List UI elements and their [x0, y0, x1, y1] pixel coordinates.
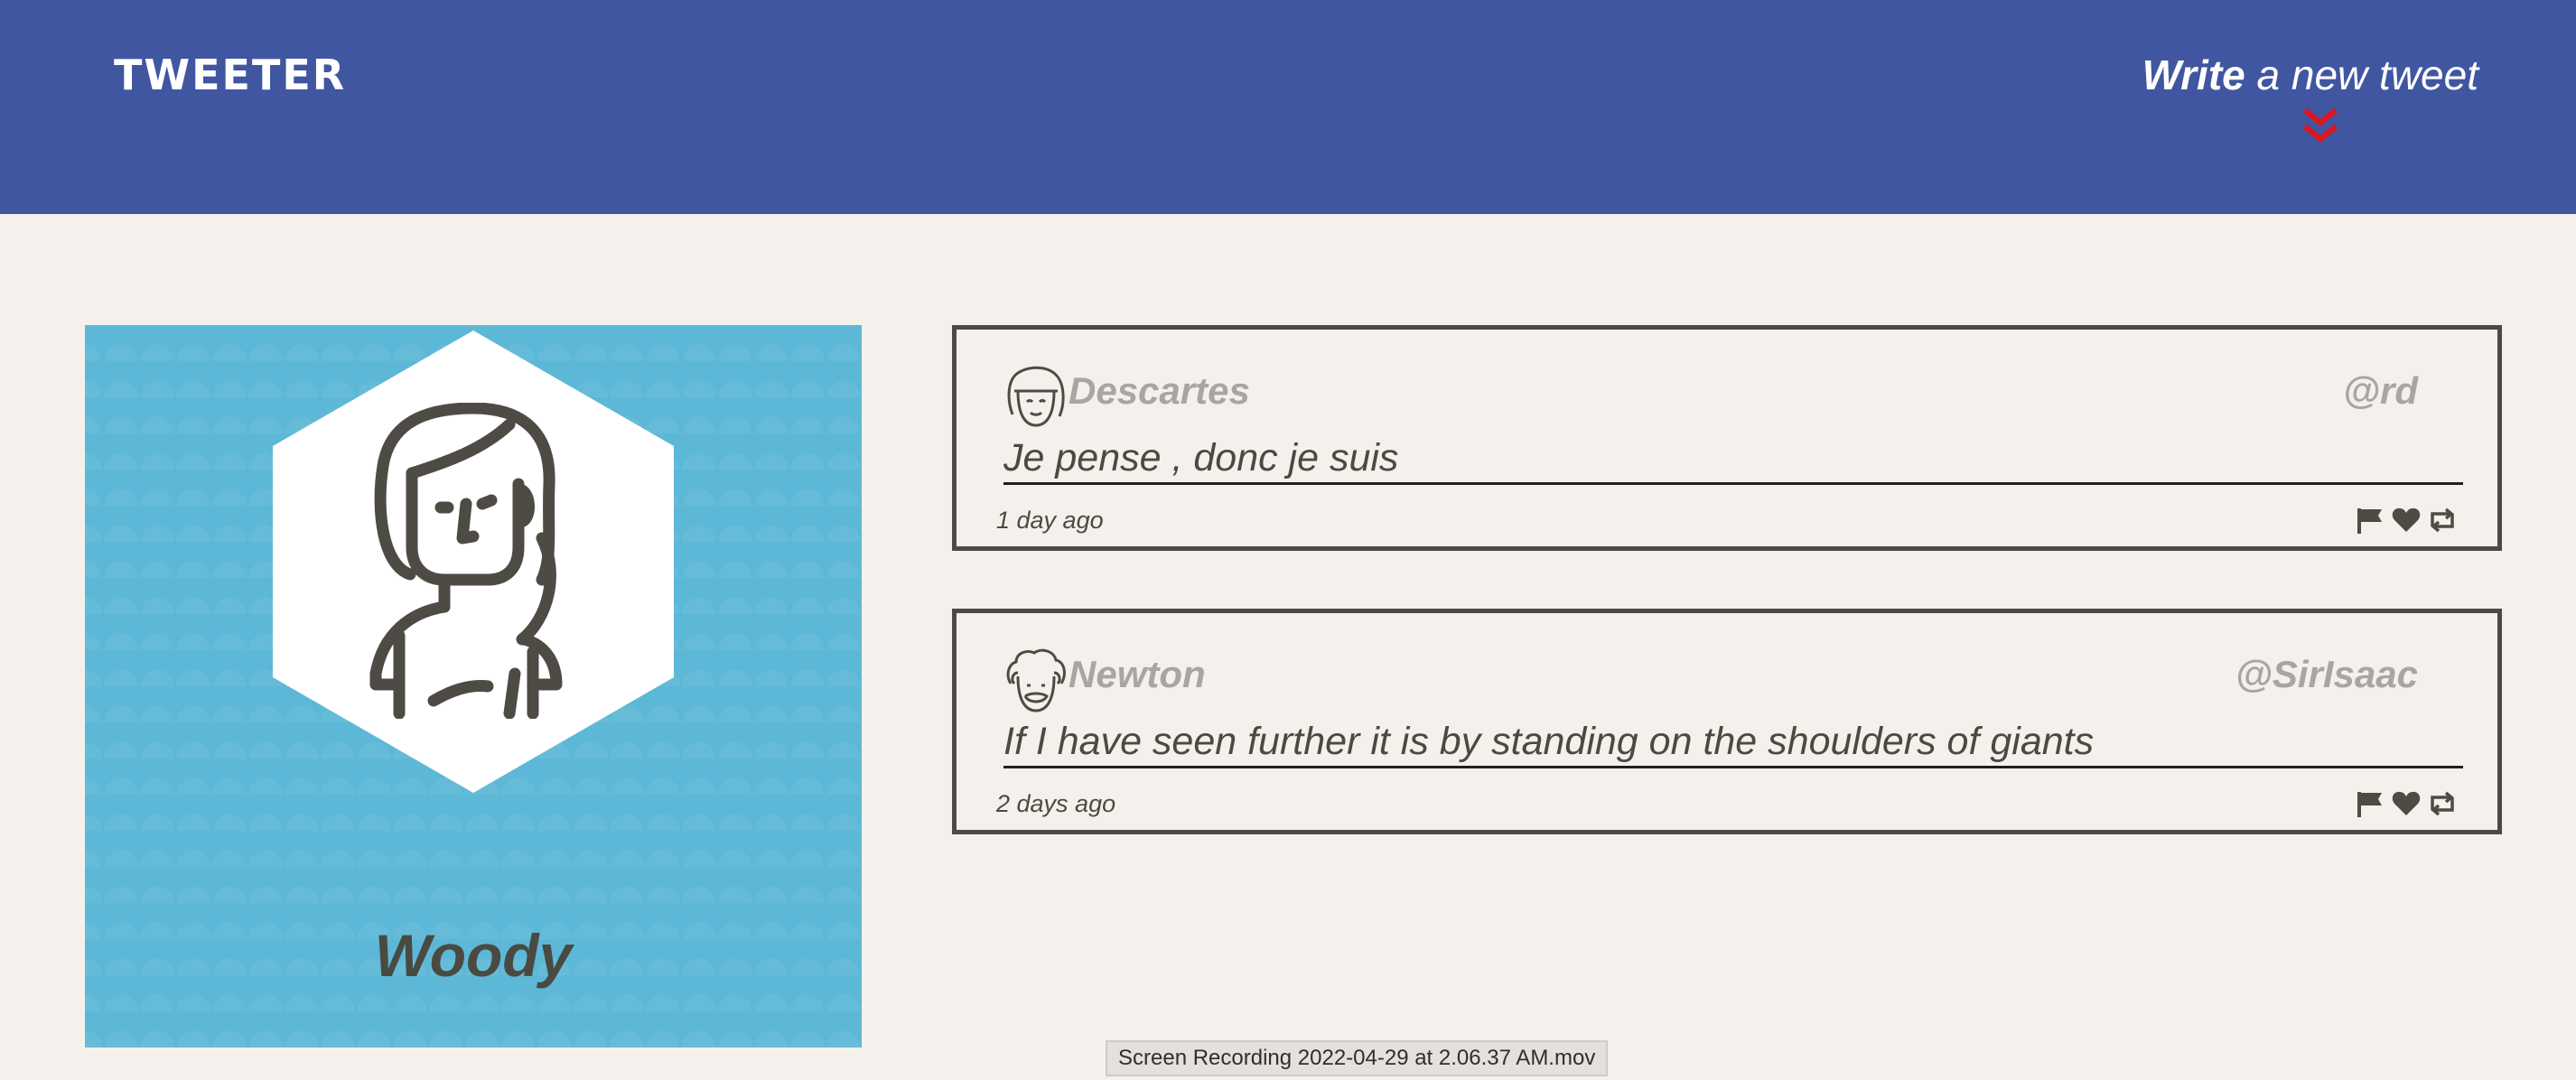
user-profile-card: Woody: [85, 325, 862, 1047]
tweet-author-name[interactable]: Newton: [1069, 653, 1206, 696]
tweet-author-handle[interactable]: @SirIsaac: [2235, 653, 2418, 696]
tweet-card: Descartes @rd Je pense , donc je suis 1 …: [952, 325, 2502, 551]
heart-icon[interactable]: [2391, 505, 2422, 535]
tweet-actions: [2355, 505, 2458, 535]
profile-username: Woody: [374, 922, 573, 989]
brand-logo[interactable]: TWEETER: [114, 51, 346, 99]
compose-strong-label: Write: [2142, 51, 2245, 98]
double-chevron-down-icon[interactable]: [2300, 107, 2341, 148]
flag-icon[interactable]: [2355, 788, 2385, 819]
write-new-tweet-button[interactable]: Write a new tweet: [2142, 51, 2478, 99]
retweet-icon[interactable]: [2427, 505, 2458, 535]
top-nav-bar: TWEETER Write a new tweet: [0, 0, 2576, 214]
heart-icon[interactable]: [2391, 788, 2422, 819]
compose-rest-label: a new tweet: [2245, 51, 2479, 98]
tweet-actions: [2355, 788, 2458, 819]
avatar-woman-icon: [369, 403, 563, 719]
tweet-timestamp: 1 day ago: [996, 507, 1104, 534]
flag-icon[interactable]: [2355, 505, 2385, 535]
retweet-icon[interactable]: [2427, 788, 2458, 819]
tweet-author-handle[interactable]: @rd: [2343, 369, 2418, 413]
curly-hair-face-icon: [1006, 648, 1066, 712]
tweet-content: Je pense , donc je suis: [1003, 436, 2463, 485]
avatar-hexagon: [273, 331, 674, 793]
tweet-author-name[interactable]: Descartes: [1069, 369, 1250, 413]
tweet-timestamp: 2 days ago: [996, 790, 1116, 817]
bangs-face-icon: [1007, 366, 1065, 427]
screen-recording-label: Screen Recording 2022-04-29 at 2.06.37 A…: [1106, 1040, 1609, 1076]
tweet-card: Newton @SirIsaac If I have seen further …: [952, 609, 2502, 834]
tweet-content: If I have seen further it is by standing…: [1003, 720, 2463, 768]
